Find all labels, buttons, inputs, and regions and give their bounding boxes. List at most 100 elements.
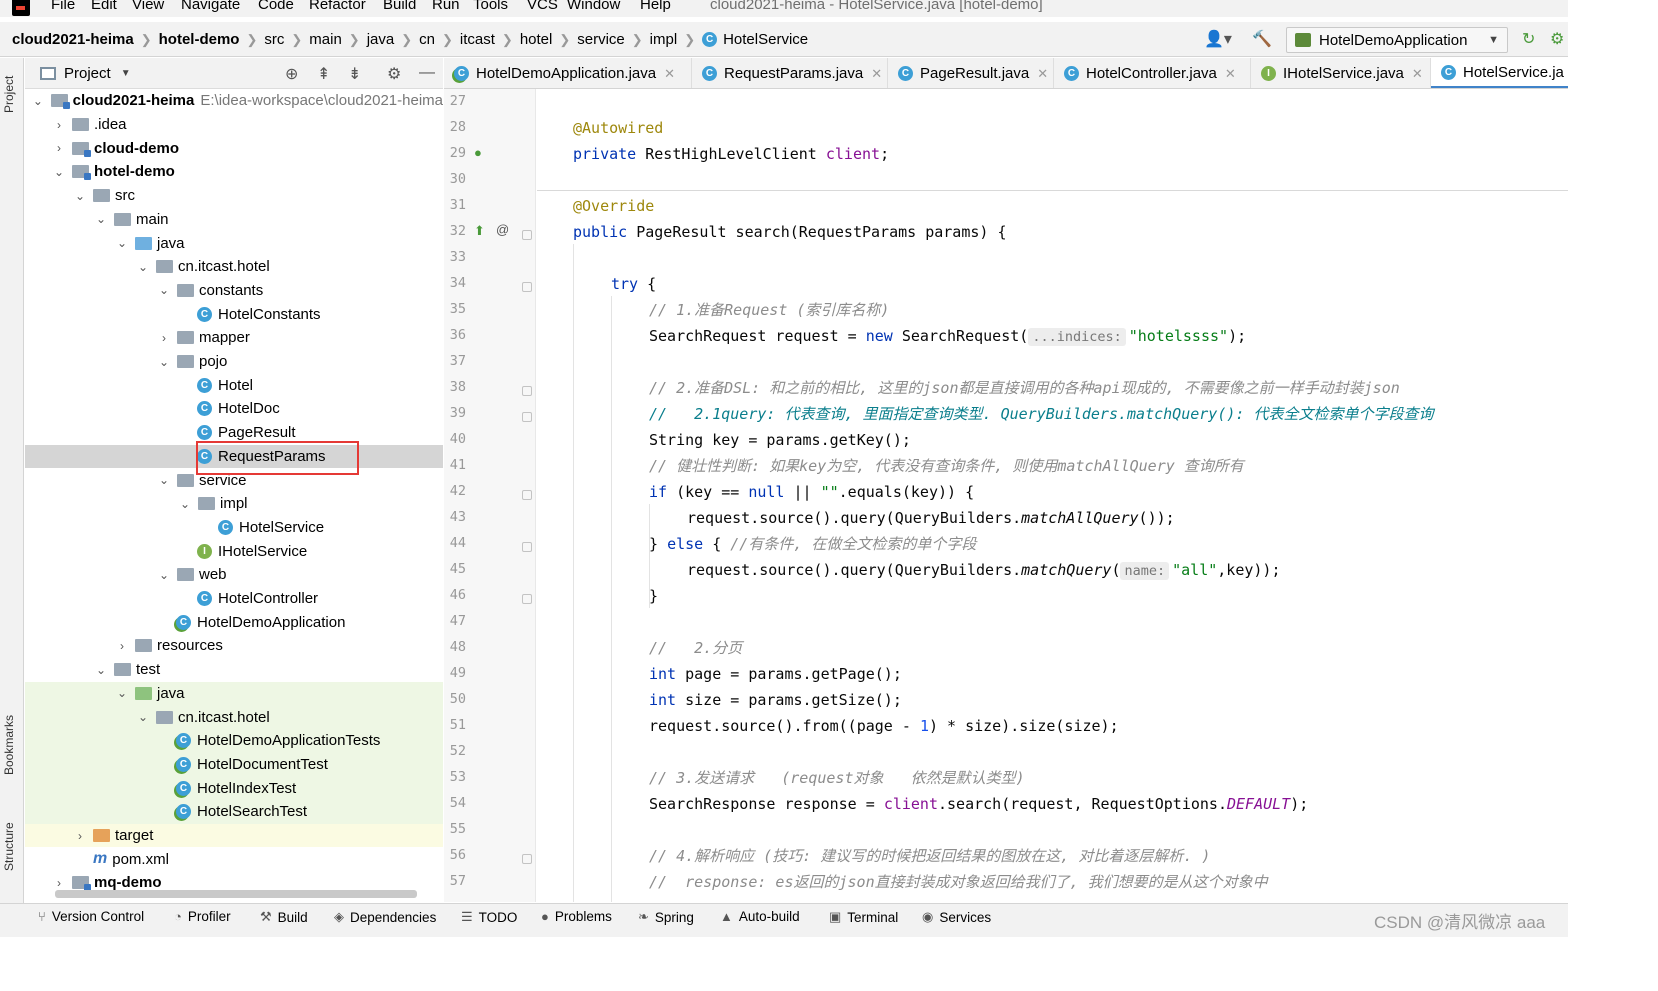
gear-icon[interactable]: ⚙ [387, 64, 401, 84]
tree-item[interactable]: C HotelDocumentTest [25, 752, 443, 777]
tree-item[interactable]: ⌄ impl [25, 492, 443, 516]
fold-marker-icon[interactable] [522, 412, 532, 422]
tree-item[interactable]: › target [25, 823, 443, 848]
breadcrumb-item[interactable]: hotel [520, 31, 553, 48]
project-tool-tab[interactable]: Project [2, 64, 22, 124]
tab-hotel-service[interactable]: C HotelService.ja [1431, 58, 1568, 88]
fold-marker-icon[interactable] [522, 490, 532, 500]
close-icon[interactable]: ✕ [1412, 66, 1423, 82]
project-panel-title[interactable]: Project [64, 65, 111, 82]
breadcrumb-item-current[interactable]: HotelService [723, 31, 808, 48]
tree-item[interactable]: ⌄ constants [25, 279, 443, 303]
tree-item[interactable]: C HotelDemoApplication [25, 610, 443, 634]
close-icon[interactable]: ✕ [1037, 66, 1048, 82]
tree-item[interactable]: ⌄ java [25, 231, 443, 255]
tab-request-params[interactable]: C RequestParams.java ✕ [692, 58, 888, 88]
expand-all-icon[interactable]: ⇞ [317, 64, 330, 84]
tree-item[interactable]: C HotelController [25, 587, 443, 611]
breadcrumb-item[interactable]: main [309, 31, 342, 48]
close-icon[interactable]: ✕ [664, 66, 675, 82]
tree-item[interactable]: I IHotelService [25, 539, 443, 563]
spring-bean-gutter-icon[interactable]: ● [474, 145, 482, 160]
tree-horizontal-scrollbar[interactable] [55, 890, 417, 898]
implements-gutter-icon[interactable]: ⬆ [474, 223, 485, 239]
tree-item[interactable]: ⌄ test [25, 658, 443, 682]
tab-page-result[interactable]: C PageResult.java ✕ [888, 58, 1054, 88]
bookmarks-tool-tab[interactable]: Bookmarks [2, 704, 22, 786]
code-editor[interactable]: @Autowired private RestHighLevelClient c… [537, 89, 1568, 902]
profiler-button[interactable]: ◔ Profiler [174, 909, 231, 924]
tab-hotel-controller[interactable]: C HotelController.java ✕ [1054, 58, 1251, 88]
tree-item[interactable]: ⌄ hotel-demo [25, 160, 443, 184]
breadcrumb-item[interactable]: impl [650, 31, 678, 48]
collapse-all-icon[interactable]: ⇟ [348, 64, 361, 84]
tree-item[interactable]: C HotelDoc [25, 397, 443, 421]
menu-edit[interactable]: Edit [91, 0, 117, 13]
menu-code[interactable]: Code [258, 0, 294, 13]
version-control-button[interactable]: ⑂ Version Control [38, 909, 144, 924]
todo-button[interactable]: ☰ TODO [461, 909, 517, 925]
locate-icon[interactable]: ⊕ [285, 64, 298, 84]
tree-item[interactable]: C HotelConstants [25, 302, 443, 326]
tree-item[interactable]: ⌄ cn.itcast.hotel [25, 705, 443, 729]
menu-vcs[interactable]: VCS [527, 0, 558, 13]
menu-view[interactable]: View [132, 0, 164, 13]
override-gutter-icon[interactable]: @ [496, 222, 509, 237]
fold-marker-icon[interactable] [522, 594, 532, 604]
tree-item[interactable]: ⌄ web [25, 563, 443, 587]
fold-marker-icon[interactable] [522, 542, 532, 552]
fold-marker-icon[interactable] [522, 230, 532, 240]
tab-hotel-demo-application[interactable]: C HotelDemoApplication.java ✕ [444, 58, 692, 88]
rerun-icon[interactable]: ↻ [1522, 29, 1535, 49]
breadcrumb-item[interactable]: itcast [460, 31, 495, 48]
menu-help[interactable]: Help [640, 0, 671, 13]
tree-item[interactable]: ⌄ cn.itcast.hotel [25, 255, 443, 279]
run-configuration-select[interactable]: HotelDemoApplication ▼ [1286, 27, 1508, 53]
tree-item[interactable]: C HotelDemoApplicationTests [25, 728, 443, 753]
menu-window[interactable]: Window [567, 0, 620, 13]
spring-button[interactable]: ❧ Spring [638, 909, 694, 925]
tree-item[interactable]: C HotelSearchTest [25, 800, 443, 824]
breadcrumb-item[interactable]: cloud2021-heima [12, 31, 134, 48]
tree-item[interactable]: ⌄ main [25, 208, 443, 232]
build-button[interactable]: ⚒ Build [260, 909, 308, 925]
tree-item[interactable]: m pom.xml [25, 847, 443, 871]
breadcrumb-item[interactable]: hotel-demo [159, 31, 240, 48]
tree-item[interactable]: ⌄ cloud2021-heima E:\idea-workspace\cloud2… [25, 89, 443, 113]
tree-item[interactable]: ⌄ java [25, 681, 443, 706]
dependencies-button[interactable]: ◈ Dependencies [334, 909, 436, 925]
terminal-button[interactable]: ▣ Terminal [829, 909, 898, 925]
menu-run[interactable]: Run [432, 0, 460, 13]
build-hammer-icon[interactable]: 🔨 [1252, 29, 1272, 49]
menu-file[interactable]: File [51, 0, 75, 13]
hide-icon[interactable]: — [419, 64, 435, 82]
close-icon[interactable]: ✕ [1225, 66, 1236, 82]
user-icon[interactable]: 👤▾ [1204, 29, 1232, 49]
close-icon[interactable]: ✕ [871, 66, 882, 82]
fold-marker-icon[interactable] [522, 282, 532, 292]
fold-marker-icon[interactable] [522, 854, 532, 864]
menu-refactor[interactable]: Refactor [309, 0, 366, 13]
breadcrumb-item[interactable]: service [577, 31, 625, 48]
services-button[interactable]: ◉ Services [922, 909, 991, 925]
auto-build-button[interactable]: ▲ Auto-build [720, 909, 800, 924]
tree-item[interactable]: › mapper [25, 326, 443, 350]
menu-tools[interactable]: Tools [473, 0, 508, 13]
structure-tool-tab[interactable]: Structure [2, 812, 22, 882]
breadcrumb-item[interactable]: cn [419, 31, 435, 48]
breadcrumb-item[interactable]: java [367, 31, 395, 48]
tree-item[interactable]: ⌄ pojo [25, 350, 443, 374]
menu-build[interactable]: Build [383, 0, 416, 13]
tree-item[interactable]: ⌄ src [25, 184, 443, 208]
breadcrumb-item[interactable]: src [264, 31, 284, 48]
tree-item[interactable]: › resources [25, 634, 443, 658]
debug-icon[interactable]: ⚙ [1550, 29, 1564, 49]
tree-item[interactable]: C Hotel [25, 373, 443, 397]
tab-ihotel-service[interactable]: I IHotelService.java ✕ [1251, 58, 1431, 88]
tree-item[interactable]: C HotelService [25, 516, 443, 540]
tree-item[interactable]: › cloud-demo [25, 136, 443, 160]
chevron-down-icon[interactable]: ▼ [121, 68, 131, 79]
fold-marker-icon[interactable] [522, 386, 532, 396]
menu-navigate[interactable]: Navigate [181, 0, 240, 13]
tree-item[interactable]: › .idea [25, 113, 443, 137]
